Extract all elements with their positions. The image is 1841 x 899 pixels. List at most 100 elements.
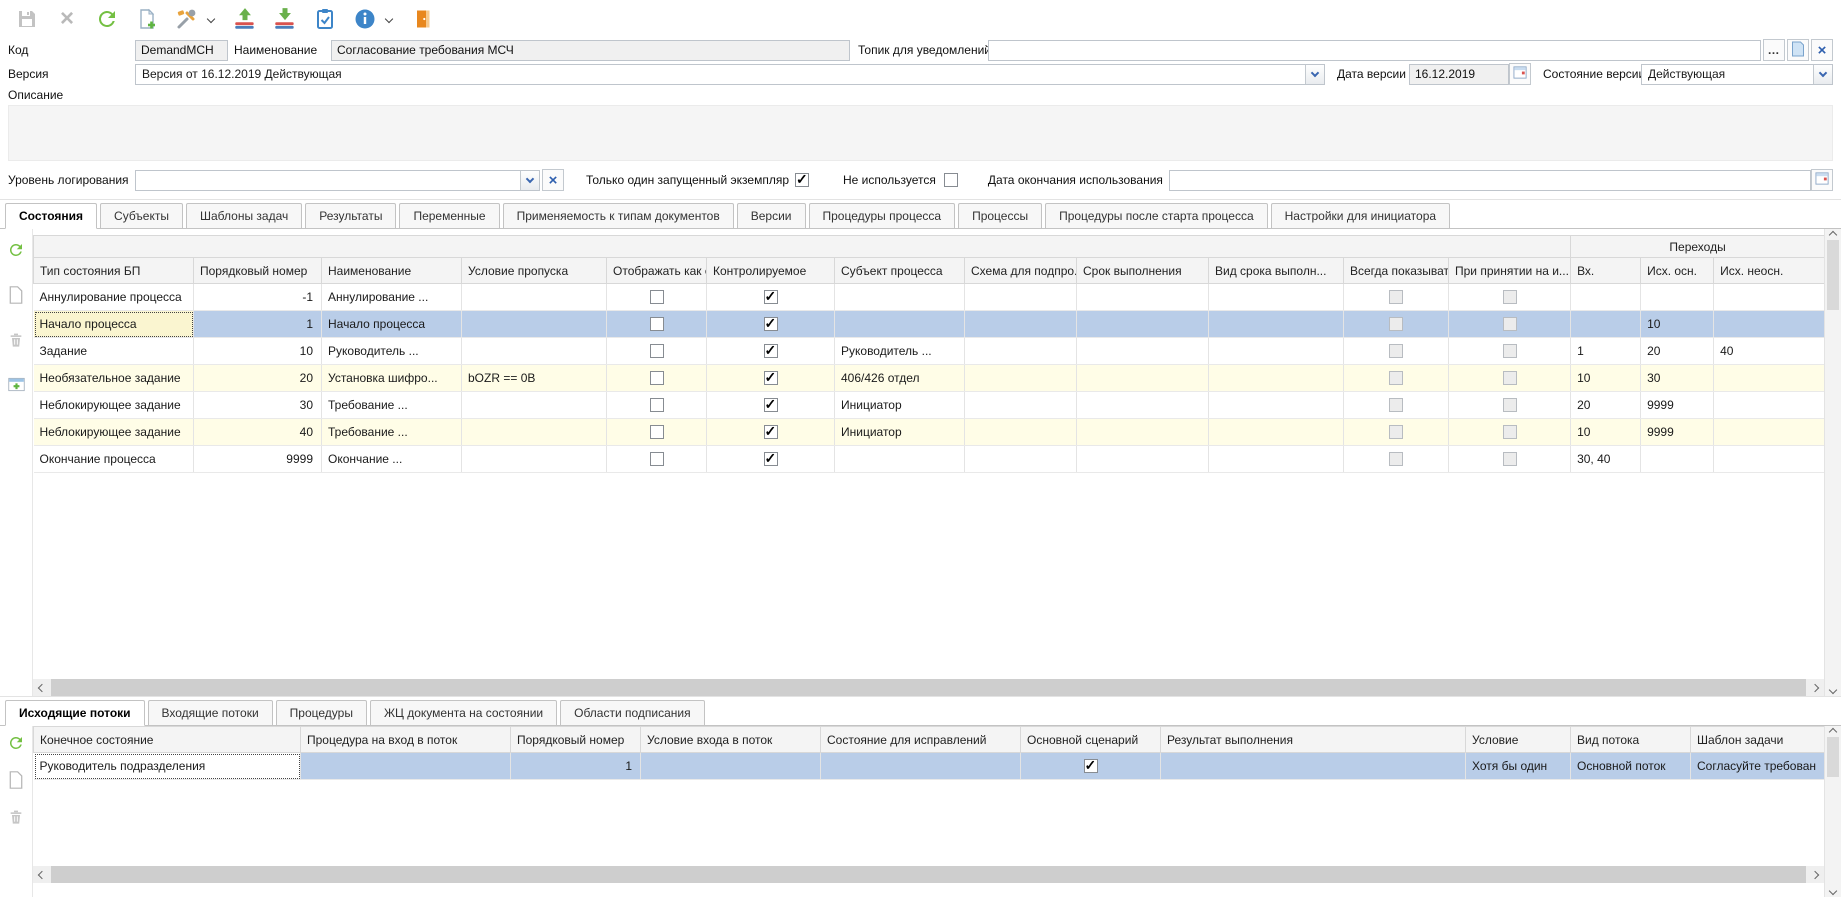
delete-row-icon[interactable] [8,331,24,352]
controlled-checkbox[interactable] [764,344,778,358]
cell-skip_condition[interactable]: bOZR == 0B [462,365,607,392]
cell-name[interactable]: Требование ... [322,392,462,419]
scroll-thumb[interactable] [1827,737,1839,777]
states-vscrollbar[interactable] [1824,229,1841,696]
controlled-checkbox[interactable] [764,425,778,439]
table-row[interactable]: Руководитель подразделения1Хотя бы одинО… [34,753,1825,780]
cell-display_as[interactable] [607,419,707,446]
cell-display_as[interactable] [607,392,707,419]
cell-due[interactable] [1077,311,1209,338]
cell-on_accept[interactable] [1449,365,1571,392]
cell-controlled[interactable] [707,392,835,419]
scroll-thumb[interactable] [51,679,1806,696]
col-header[interactable]: Наименование [322,258,462,284]
cell-due_kind[interactable] [1209,284,1344,311]
col-header[interactable]: Исх. осн. [1641,258,1714,284]
cell-type[interactable]: Неблокирующее задание [34,419,194,446]
main-tab-1[interactable]: Субъекты [100,203,183,229]
cell-subject[interactable] [835,311,965,338]
col-header[interactable]: Субъект процесса [835,258,965,284]
cell-incoming[interactable]: 10 [1571,419,1641,446]
scroll-thumb[interactable] [51,866,1806,883]
cell-on_accept[interactable] [1449,338,1571,365]
flow-tab-3[interactable]: ЖЦ документа на состоянии [370,700,557,726]
col-header[interactable]: Вид потока [1571,727,1691,753]
single-instance-checkbox[interactable] [795,173,809,187]
main-tab-10[interactable]: Настройки для инициатора [1271,203,1450,229]
cell-display_as[interactable] [607,284,707,311]
cell-subprocess_scheme[interactable] [965,284,1077,311]
col-header[interactable]: Основной сценарий [1021,727,1161,753]
display_as-checkbox[interactable] [650,344,664,358]
cell-outgoing_alt[interactable]: 40 [1714,338,1824,365]
cell-name[interactable]: Руководитель ... [322,338,462,365]
topic-file-button[interactable] [1787,39,1809,61]
display_as-checkbox[interactable] [650,317,664,331]
cell-subject[interactable]: 406/426 отдел [835,365,965,392]
cell-order[interactable]: 10 [194,338,322,365]
flows-hscrollbar[interactable] [33,866,1824,883]
export-button[interactable] [228,3,262,35]
col-header[interactable]: Срок выполнения [1077,258,1209,284]
col-header[interactable]: Вх. [1571,258,1641,284]
cell-subprocess_scheme[interactable] [965,446,1077,473]
cell-type[interactable]: Необязательное задание [34,365,194,392]
states-hscrollbar[interactable] [33,679,1824,696]
cell-subject[interactable]: Руководитель ... [835,338,965,365]
main-tab-2[interactable]: Шаблоны задач [186,203,302,229]
col-header[interactable]: Отображать как с... [607,258,707,284]
flow-tab-2[interactable]: Процедуры [276,700,367,726]
cell-name[interactable]: Окончание ... [322,446,462,473]
scroll-left-button[interactable] [33,866,51,883]
version-date-input[interactable] [1409,64,1509,85]
controlled-checkbox[interactable] [764,398,778,412]
display_as-checkbox[interactable] [650,425,664,439]
table-row[interactable]: Окончание процесса9999Окончание ...30, 4… [34,446,1825,473]
cell-skip_condition[interactable] [462,419,607,446]
cancel-button[interactable]: × [50,3,84,35]
cell-always_show[interactable] [1344,446,1449,473]
cell-subprocess_scheme[interactable] [965,311,1077,338]
cell-on_accept[interactable] [1449,446,1571,473]
name-input[interactable] [331,40,850,61]
col-header[interactable]: Процедура на вход в поток [301,727,511,753]
col-header[interactable]: Условие [1466,727,1571,753]
topic-input[interactable] [988,40,1761,61]
controlled-checkbox[interactable] [764,290,778,304]
cell-type[interactable]: Начало процесса [34,311,194,338]
cell-type[interactable]: Окончание процесса [34,446,194,473]
cell-controlled[interactable] [707,284,835,311]
table-row[interactable]: Необязательное задание20Установка шифро.… [34,365,1825,392]
cell-incoming[interactable]: 1 [1571,338,1641,365]
cell-due_kind[interactable] [1209,311,1344,338]
chevron-down-icon[interactable] [1829,686,1837,694]
cell-task_template[interactable]: Согласуйте требован [1691,753,1825,780]
cell-order[interactable]: 1 [511,753,641,780]
cell-due[interactable] [1077,446,1209,473]
new-document-button[interactable] [130,3,164,35]
cell-skip_condition[interactable] [462,311,607,338]
cell-subprocess_scheme[interactable] [965,392,1077,419]
col-header[interactable]: Результат выполнения [1161,727,1466,753]
controlled-checkbox[interactable] [764,371,778,385]
cell-due_kind[interactable] [1209,365,1344,392]
scroll-right-button[interactable] [1806,866,1824,883]
tools-button[interactable] [170,3,204,35]
cell-always_show[interactable] [1344,338,1449,365]
cell-outgoing_main[interactable]: 30 [1641,365,1714,392]
col-header[interactable]: Вид срока выполн... [1209,258,1344,284]
cell-always_show[interactable] [1344,392,1449,419]
col-header[interactable]: При принятии на и... [1449,258,1571,284]
cell-incoming[interactable]: 30, 40 [1571,446,1641,473]
display_as-checkbox[interactable] [650,371,664,385]
cell-due[interactable] [1077,338,1209,365]
table-row[interactable]: Задание10Руководитель ...Руководитель ..… [34,338,1825,365]
main-tab-6[interactable]: Версии [737,203,806,229]
cell-entry_condition[interactable] [641,753,821,780]
display_as-checkbox[interactable] [650,398,664,412]
cell-on_accept[interactable] [1449,419,1571,446]
tools-dropdown-caret[interactable] [207,15,215,23]
display_as-checkbox[interactable] [650,290,664,304]
version-dropdown-button[interactable] [1305,65,1324,84]
table-row[interactable]: Аннулирование процесса-1Аннулирование ..… [34,284,1825,311]
